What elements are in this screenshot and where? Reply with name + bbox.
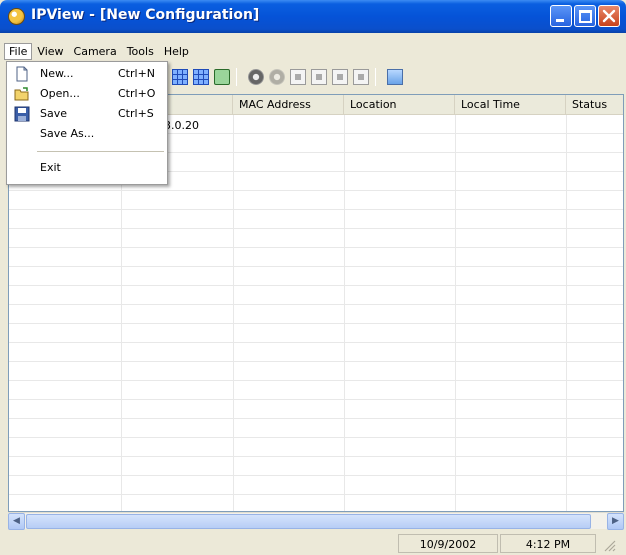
minimize-button[interactable] (550, 5, 572, 27)
file-menu-dropdown: New... Ctrl+N Open... Ctrl+O Save Ctrl+S… (6, 61, 168, 185)
chevron-right-icon: ▶ (612, 516, 619, 526)
menu-item-label: Open... (40, 87, 80, 100)
app-window: IPView - [New Configuration] File View C… (0, 0, 626, 555)
grid-view-icon[interactable] (172, 69, 188, 85)
menu-tools[interactable]: Tools (122, 43, 159, 60)
image-icon[interactable] (387, 69, 403, 85)
window-title: IPView - [New Configuration] (31, 7, 260, 23)
menu-item-save-as[interactable]: Save As... (7, 124, 167, 144)
chevron-left-icon: ◀ (13, 516, 20, 526)
scroll-left-button[interactable]: ◀ (8, 513, 25, 530)
horizontal-scrollbar[interactable]: ◀ ▶ (8, 512, 624, 530)
menu-item-shortcut: Ctrl+S (118, 107, 154, 120)
status-bar: 10/9/2002 4:12 PM (4, 532, 622, 554)
column-header-mac-address[interactable]: MAC Address (233, 95, 344, 115)
menu-item-new[interactable]: New... Ctrl+N (7, 64, 167, 84)
camera-settings-icon[interactable] (248, 69, 264, 85)
camera-config-icon[interactable] (269, 69, 285, 85)
menu-item-label: Exit (40, 161, 61, 174)
column-divider (455, 115, 456, 511)
menu-view[interactable]: View (32, 43, 68, 60)
scrollbar-thumb[interactable] (26, 514, 591, 529)
app-icon[interactable] (8, 8, 25, 25)
menu-item-shortcut: Ctrl+N (118, 67, 156, 80)
column-header-status[interactable]: Status (566, 95, 623, 115)
scroll-right-button[interactable]: ▶ (607, 513, 624, 530)
menu-item-label: Save As... (40, 127, 95, 140)
column-header-local-time[interactable]: Local Time (455, 95, 566, 115)
refresh-icon[interactable] (214, 69, 230, 85)
new-file-icon (16, 66, 28, 82)
title-bar[interactable]: IPView - [New Configuration] (0, 0, 626, 33)
status-date: 10/9/2002 (398, 534, 498, 553)
close-icon (602, 9, 616, 23)
play-icon[interactable] (332, 69, 348, 85)
menu-item-exit[interactable]: Exit (7, 158, 167, 178)
column-divider (566, 115, 567, 511)
menu-item-shortcut: Ctrl+O (118, 87, 156, 100)
status-time: 4:12 PM (500, 534, 596, 553)
menu-item-save[interactable]: Save Ctrl+S (7, 104, 167, 124)
menu-file[interactable]: File (4, 42, 33, 60)
column-divider (344, 115, 345, 511)
toolbar-separator (236, 68, 237, 86)
snapshot-icon[interactable] (311, 69, 327, 85)
stop-icon[interactable] (353, 69, 369, 85)
floppy-disk-icon (14, 106, 30, 122)
toolbar-separator (375, 68, 376, 86)
menu-item-label: New... (40, 67, 74, 80)
column-header-location[interactable]: Location (344, 95, 455, 115)
close-button[interactable] (598, 5, 620, 27)
menu-camera[interactable]: Camera (69, 43, 122, 60)
menu-bar: File View Camera Tools Help (4, 41, 622, 61)
edit-icon[interactable] (290, 69, 306, 85)
menu-item-label: Save (40, 107, 68, 120)
status-message (4, 534, 398, 553)
maximize-button[interactable] (574, 5, 596, 27)
grid-large-icon[interactable] (193, 69, 209, 85)
menu-help[interactable]: Help (159, 43, 194, 60)
resize-grip-icon[interactable] (602, 538, 616, 552)
menu-separator (37, 151, 164, 152)
menu-item-open[interactable]: Open... Ctrl+O (7, 84, 167, 104)
open-folder-icon (14, 87, 29, 101)
column-divider (233, 115, 234, 511)
